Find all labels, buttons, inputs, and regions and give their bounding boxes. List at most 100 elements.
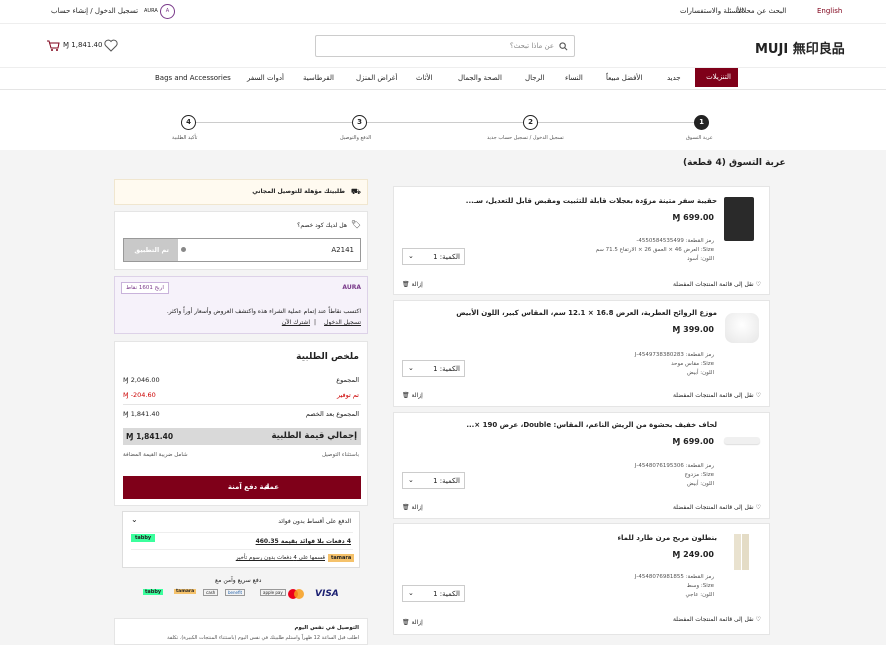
remove-item-label: إزالة (411, 281, 423, 288)
nav-item-new[interactable]: جديد (667, 74, 681, 82)
saved-value: Ɱ︎ -204.60 (123, 391, 156, 399)
benefit-icon: benefit (225, 589, 246, 596)
nav-item-household[interactable]: أغراض المنزل (356, 74, 397, 82)
quantity-select-label: الكمية: 1 (433, 590, 460, 598)
main-nav: التنزيلات جديد الأفضل مبيعاً النساء الرج… (0, 68, 886, 90)
secure-checkout-button[interactable]: عملية دفع آمنة 🔒︎ (123, 476, 361, 499)
product-color: اللون: أبيض (687, 481, 714, 487)
after-discount-amount: 1,841.40 (130, 410, 160, 418)
tamara-offer[interactable]: قسمها على 4 دفعات بدون رسوم تأخير (236, 555, 325, 561)
chevron-down-icon[interactable]: ⌄ (131, 515, 138, 524)
subtotal-amount: 2,046.00 (130, 376, 160, 384)
aura-separator: | (313, 319, 316, 326)
wishlist-heart-icon[interactable] (104, 39, 118, 52)
move-to-wishlist-button[interactable]: ♡ نقل إلى قائمة المنتجات المفضلة (673, 392, 761, 399)
step-2-label: تسجيل الدخول / تسجيل حساب جديد (487, 135, 564, 141)
remove-item-button[interactable]: إزالة 🗑︎ (402, 619, 423, 626)
nav-item-furniture[interactable]: الأثاث (416, 74, 433, 82)
trousers-image[interactable] (722, 532, 762, 572)
product-name[interactable]: بنطلون مريح مرن طارد للماء (617, 534, 717, 542)
product-sku: رمز القطعة: 4548076195306-J (634, 463, 714, 469)
tabby-offer[interactable]: 4 دفعات بلا فوائد بقيمة 460.35 (256, 538, 351, 545)
move-to-wishlist-button[interactable]: ♡ نقل إلى قائمة المنتجات المفضلة (673, 281, 761, 288)
store-locator-link[interactable]: البحث عن محلاتنا (736, 7, 786, 15)
cart-item: موزع الروائح العطرية، العرض 16.8 × 12.1 … (393, 300, 770, 407)
quantity-select[interactable]: الكمية: 1 ⌄ (402, 360, 465, 377)
duvet-image[interactable] (722, 433, 762, 447)
step-3-label: الدفع والتوصيل (340, 135, 372, 141)
top-bar: English البحث عن محلاتنا الأسئلة والاستف… (0, 0, 886, 24)
total-label: إجمالي قيمة الطلبية (271, 431, 357, 441)
checkout-steps: 1 عربة التسوق 2 تسجيل الدخول / تسجيل حسا… (0, 90, 886, 150)
nav-item-health-beauty[interactable]: الصحة والجمال (458, 74, 502, 82)
step-4-circle: 4 (181, 115, 196, 130)
language-link[interactable]: English (817, 7, 842, 15)
product-color: اللون: عاجي (685, 592, 714, 598)
tag-icon: 🏷︎ (350, 220, 361, 229)
nav-item-women[interactable]: النساء (565, 74, 583, 82)
remove-item-label: إزالة (411, 392, 423, 399)
product-name[interactable]: لحاف خفيف بحشوة من الريش الناعم، المقاس:… (466, 421, 717, 429)
nav-item-sale[interactable]: التنزيلات (695, 68, 738, 87)
quantity-select[interactable]: الكمية: 1 ⌄ (402, 585, 465, 602)
nav-item-sale-label: التنزيلات (706, 73, 731, 81)
aura-points-badge: اربح 1601 نقاط (121, 282, 169, 294)
installments-box: الدفع على أقساط بدون فوائد ⌄ tabby 4 دفع… (122, 511, 360, 568)
remove-item-label: إزالة (411, 504, 423, 511)
quantity-select-label: الكمية: 1 (433, 253, 460, 261)
nav-item-bags[interactable]: Bags and Accessories (155, 74, 231, 82)
mastercard-icon (288, 589, 304, 599)
aura-join-link[interactable]: اشترك الآن (282, 319, 310, 326)
apply-coupon-button[interactable]: تم التطبيق (124, 239, 178, 261)
search-input[interactable]: عن ماذا تبحث؟ (510, 42, 554, 50)
cart-item: لحاف خفيف بحشوة من الريش الناعم، المقاس:… (393, 412, 770, 519)
nav-item-travel[interactable]: أدوات السفر (247, 74, 284, 82)
remove-item-button[interactable]: إزالة 🗑︎ (402, 504, 423, 511)
coupon-input[interactable]: A2141 تم التطبيق (123, 238, 361, 262)
product-size: Size: العرض 46 × العمق 26 × الارتفاع 71.… (595, 247, 714, 253)
quantity-select[interactable]: الكمية: 1 ⌄ (402, 472, 465, 489)
aura-icon[interactable]: A (160, 4, 175, 19)
nav-item-bestsellers[interactable]: الأفضل مبيعاً (606, 74, 642, 82)
product-size: Size: وسط (686, 583, 714, 589)
chevron-down-icon: ⌄ (408, 364, 414, 372)
product-price: 699.00 Ɱ︎ (672, 437, 714, 446)
product-price-value: 699.00 (683, 437, 714, 446)
coupon-input-value: A2141 (331, 246, 354, 254)
steps-line (190, 122, 702, 123)
product-name[interactable]: موزع الروائح العطرية، العرض 16.8 × 12.1 … (456, 309, 717, 317)
cash-icon: cash (203, 589, 219, 596)
product-price: 249.00 Ɱ︎ (672, 550, 714, 559)
cart-icon[interactable] (46, 39, 60, 52)
search-icon[interactable] (559, 42, 568, 51)
trash-icon: 🗑︎ (402, 392, 410, 399)
same-day-delivery-box: التوصيل في نفس اليوم اطلب قبل الساعة 12 … (114, 618, 368, 645)
muji-logo[interactable]: MUJI 無印良品 (755, 38, 845, 57)
search-box[interactable]: عن ماذا تبحث؟ (315, 35, 575, 57)
incl-vat-note: شامل ضريبة القيمة المضافة (123, 452, 188, 458)
product-color: اللون: أبيض (687, 370, 714, 376)
product-name[interactable]: حقيبة سفر متينة مزوّدة بعجلات قابلة للتث… (466, 197, 717, 205)
move-to-wishlist-button[interactable]: ♡ نقل إلى قائمة المنتجات المفضلة (673, 504, 761, 511)
suitcase-image[interactable] (724, 197, 754, 241)
remove-item-button[interactable]: إزالة 🗑︎ (402, 281, 423, 288)
product-sku: رمز القطعة: 4548076981855-J (634, 574, 714, 580)
aura-box: AURA اربح 1601 نقاط اكتسب نقاطاً عند إتم… (114, 276, 368, 334)
move-to-wishlist-button[interactable]: ♡ نقل إلى قائمة المنتجات المفضلة (673, 616, 761, 623)
login-register-link[interactable]: تسجيل الدخول / إنشاء حساب (51, 7, 138, 15)
tabby-pay-icon: tabby (143, 589, 164, 595)
nav-item-stationery[interactable]: القرطاسية (303, 74, 334, 82)
aura-login-link[interactable]: تسجيل الدخول (324, 319, 361, 326)
cart-total: Ɱ︎ 1,841.40 (63, 41, 102, 49)
quantity-select[interactable]: الكمية: 1 ⌄ (402, 248, 465, 265)
nav-item-men[interactable]: الرجال (525, 74, 545, 82)
remove-item-button[interactable]: إزالة 🗑︎ (402, 392, 423, 399)
move-to-wishlist-label: نقل إلى قائمة المنتجات المفضلة (672, 392, 754, 399)
payment-methods: VISA apple pay benefit cash tamara tabby (140, 587, 340, 601)
faq-link[interactable]: الأسئلة والاستفسارات (680, 7, 743, 15)
product-price-value: 699.00 (683, 213, 714, 222)
after-discount-label: المجموع بعد الخصم (305, 410, 359, 418)
trash-icon: 🗑︎ (402, 504, 410, 511)
move-to-wishlist-label: نقل إلى قائمة المنتجات المفضلة (672, 616, 754, 623)
diffuser-image[interactable] (722, 309, 762, 347)
